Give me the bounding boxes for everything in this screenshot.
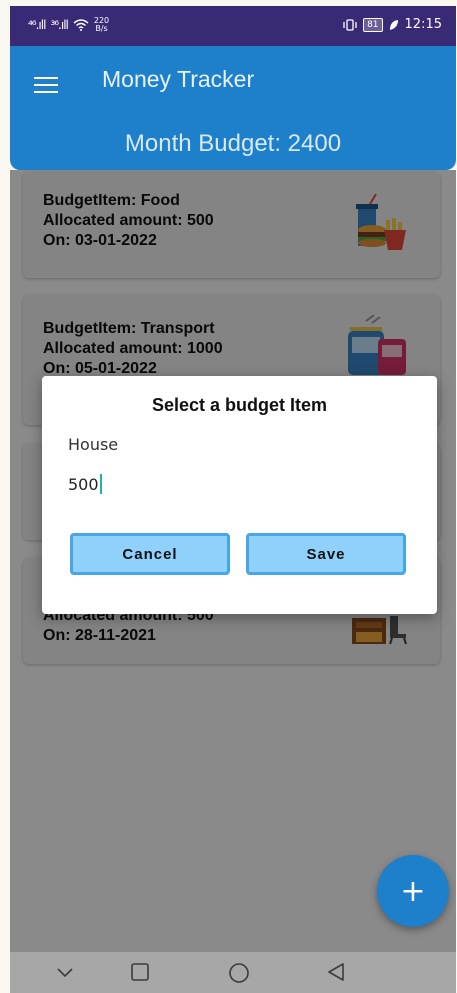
chevron-down-icon[interactable] — [56, 966, 74, 978]
app-bar: Money Tracker Month Budget: 2400 — [10, 46, 456, 170]
budget-item-selector[interactable]: House — [68, 435, 118, 454]
amount-value: 500 — [68, 474, 99, 494]
status-right: 81 12:15 — [343, 17, 442, 32]
menu-icon[interactable] — [34, 77, 58, 95]
add-item-button[interactable]: + — [377, 855, 449, 927]
leaf-icon — [389, 19, 398, 30]
status-left: ⁴⁶.ıll ³⁶.ıll 220 B/s — [28, 17, 109, 33]
back-triangle-icon[interactable] — [326, 962, 346, 982]
battery-icon: 81 — [363, 17, 383, 32]
text-cursor — [99, 474, 102, 494]
wifi-icon — [73, 19, 89, 31]
phone-screen: ⁴⁶.ıll ³⁶.ıll 220 B/s 81 12:15 Money Tra… — [10, 6, 456, 993]
speed-unit: B/s — [95, 24, 108, 33]
network-speed: 220 B/s — [94, 17, 109, 33]
system-nav-bar — [10, 952, 456, 993]
recents-square-icon[interactable] — [130, 962, 150, 982]
home-circle-icon[interactable] — [228, 962, 250, 984]
app-title: Money Tracker — [102, 66, 255, 92]
signal-icon-2: ³⁶.ıll — [50, 18, 68, 32]
signal-icon: ⁴⁶.ıll — [28, 18, 46, 32]
clock: 12:15 — [404, 17, 442, 32]
vibrate-icon — [343, 18, 357, 31]
status-bar: ⁴⁶.ıll ³⁶.ıll 220 B/s 81 12:15 — [10, 6, 456, 46]
dialog-title: Select a budget Item — [151, 395, 328, 415]
month-budget: Month Budget: 2400 — [124, 130, 342, 157]
amount-input[interactable]: 500 — [68, 474, 102, 494]
cancel-button[interactable]: Cancel — [70, 533, 230, 575]
select-budget-dialog: Select a budget Item House 500 Cancel Sa… — [42, 376, 437, 614]
save-button[interactable]: Save — [246, 533, 406, 575]
